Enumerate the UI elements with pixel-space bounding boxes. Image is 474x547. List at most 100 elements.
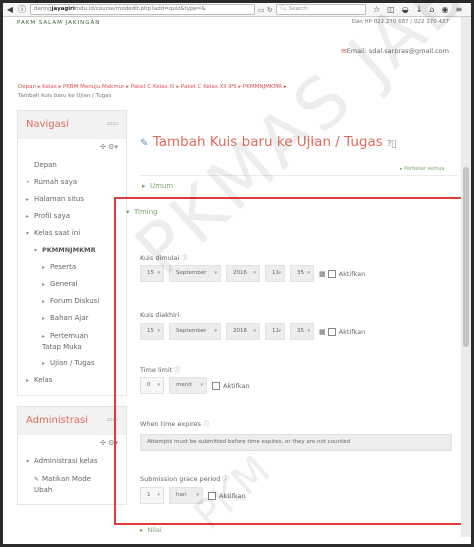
section-timing-header[interactable]: ▾ Timing [126, 208, 158, 216]
clipboard-icon[interactable]: ◫ [387, 5, 395, 14]
close-minute-select[interactable]: 35 [290, 323, 314, 340]
open-enable-checkbox[interactable] [327, 269, 336, 278]
open-minute-select[interactable]: 35 [290, 265, 314, 282]
block-actions-icon[interactable]: ✣ ⚙▾ [18, 435, 126, 451]
page-title: ✎ Tambah Kuis baru ke Ujian / Tugas ?⃝ [140, 134, 396, 150]
help-icon[interactable]: ⓘ [203, 421, 209, 428]
breadcrumb-item[interactable]: Paket C Kelas XI [131, 84, 175, 90]
chevron-right-icon: ▸ [42, 315, 46, 322]
pocket-icon[interactable]: ◒ [402, 5, 409, 14]
section-nilai-label: Nilai [147, 526, 162, 534]
nav-label: General [50, 280, 78, 288]
nav-item-kelas-saat-ini[interactable]: ▾ Kelas saat ini [18, 225, 126, 242]
block-actions-icon[interactable]: ✣ ⚙▾ [18, 139, 126, 155]
breadcrumb-item[interactable]: PKMMNJMKMR [243, 84, 282, 90]
help-icon[interactable]: ?⃝ [387, 139, 396, 148]
home-icon[interactable]: ⌂ [429, 5, 434, 14]
help-icon[interactable]: ⓘ [222, 476, 228, 483]
open-day-select[interactable]: 15 [140, 265, 164, 282]
nav-item-pertemuan[interactable]: ▸ Pertemuan Tatap Muka [18, 327, 108, 355]
close-month-select[interactable]: September [169, 323, 221, 340]
breadcrumb-item[interactable]: Depan [18, 84, 36, 90]
back-arrow-icon[interactable]: ◀ [5, 5, 15, 15]
expand-all-link[interactable]: ▸ Perbesar semua [400, 166, 444, 172]
search-input[interactable]: 🔍︎ Search [276, 4, 366, 15]
breadcrumb-item[interactable]: Kelas [42, 84, 56, 90]
section-umum-label: Umum [149, 182, 174, 190]
help-icon[interactable]: ⓘ [181, 255, 187, 262]
navigation-block: Navigasi ▭▭ ✣ ⚙▾ Depan • Rumah saya ▸ Hala… [17, 110, 127, 396]
quiz-icon: ✎ [140, 138, 149, 149]
grace-label-text: Submission grace period [140, 475, 221, 483]
open-year-select[interactable]: 2016 [226, 265, 260, 282]
menu-icon[interactable]: ≡ [455, 5, 462, 14]
download-icon[interactable]: ↓ [416, 5, 423, 14]
chevron-right-icon: ▸ [42, 333, 46, 340]
open-date-label: Kuis dimulai ⓘ [140, 253, 187, 262]
time-limit-label: Time limit ⓘ [140, 365, 180, 374]
close-enable-checkbox[interactable] [327, 327, 336, 336]
site-logo[interactable]: PAKM SALAM JAKINGAN [17, 20, 100, 26]
contact-email: ✉Email: sdal.sarpras@gmail.com [341, 47, 449, 55]
close-day-select[interactable]: 15 [140, 323, 164, 340]
extension-icon[interactable]: ◉ [442, 5, 449, 14]
admin-item-turn-editing-off[interactable]: ✎ Matikan Mode Ubah [18, 470, 108, 498]
chevron-right-icon: ▸ [26, 377, 30, 384]
chevron-right-icon: ▸ [26, 196, 30, 203]
site-header: PAKM SALAM JAKINGAN Dan HP 022 270 687 /… [3, 17, 461, 67]
nav-item-peserta[interactable]: ▸ Peserta [18, 259, 126, 276]
close-hour-select[interactable]: 11 [265, 323, 285, 340]
nav-item-ujian-tugas[interactable]: ▸ Ujian / Tugas [18, 355, 126, 372]
time-limit-input[interactable]: 0 [140, 377, 164, 394]
email-text: Email: sdal.sarpras@gmail.com [346, 47, 449, 55]
timing-section: ▾ Timing Kuis dimulai ⓘ 15 September 201… [114, 197, 466, 525]
grace-period-input[interactable]: 1 [140, 487, 164, 504]
nav-item-forum-diskusi[interactable]: ▸ Forum Diskusi [18, 293, 126, 310]
bullet-icon: • [26, 179, 30, 186]
grace-period-unit-select[interactable]: hari [169, 487, 203, 504]
calendar-icon[interactable]: ▦ [319, 328, 326, 336]
section-nilai-header[interactable]: ▸ Nilai [140, 526, 162, 534]
nav-item-rumah-saya[interactable]: • Rumah saya [18, 174, 126, 191]
breadcrumb-item[interactable]: PKBM Menuju Makmur [63, 84, 124, 90]
time-limit-row: 0 menit Aktifkan [140, 377, 250, 394]
breadcrumb: Depan ▸ Kelas ▸ PKBM Menuju Makmur ▸ Pak… [18, 84, 287, 99]
when-expires-label: When time expires ⓘ [140, 419, 209, 428]
calendar-icon[interactable]: ▦ [319, 270, 326, 278]
open-label-text: Kuis dimulai [140, 254, 180, 262]
section-timing-label: Timing [133, 208, 158, 216]
time-limit-enable-label: Aktifkan [223, 381, 250, 390]
time-limit-enable-checkbox[interactable] [212, 381, 220, 390]
nav-item-halaman-situs[interactable]: ▸ Halaman situs [18, 191, 126, 208]
nav-item-course[interactable]: ▾ PKMMNJMKMR [18, 242, 126, 259]
address-bar[interactable]: daringjayagirimdu.id/course/modedit.php?… [30, 4, 255, 15]
section-umum-header[interactable]: ▸ Umum [140, 175, 458, 197]
nav-item-general[interactable]: ▸ General [18, 276, 126, 293]
star-icon[interactable]: ☆ [373, 5, 380, 14]
open-date-row: 15 September 2016 11 35 ▦ Aktifkan [140, 265, 365, 282]
help-icon[interactable]: ⓘ [174, 367, 180, 374]
info-icon[interactable]: ⓘ [17, 5, 27, 15]
open-month-select[interactable]: September [169, 265, 221, 282]
nav-item-profil-saya[interactable]: ▸ Profil saya [18, 208, 126, 225]
close-year-select[interactable]: 2016 [226, 323, 260, 340]
breadcrumb-item[interactable]: Paket C Kelas XII IPS [181, 84, 237, 90]
time-limit-unit-select[interactable]: menit [169, 377, 207, 394]
chevron-right-icon: ▸ [42, 281, 46, 288]
url-suffix: mdu.id/course/modedit.php?add=quiz&type=… [74, 6, 206, 12]
when-expires-select[interactable]: Attempts must be submitted before time e… [140, 434, 452, 451]
nav-label: Kelas [34, 376, 53, 384]
nav-item-kelas[interactable]: ▸ Kelas [18, 372, 126, 389]
scrollbar[interactable] [461, 17, 471, 537]
open-hour-select[interactable]: 11 [265, 265, 285, 282]
nav-item-depan[interactable]: Depan [18, 157, 126, 174]
nav-item-bahan-ajar[interactable]: ▸ Bahan Ajar [18, 310, 126, 327]
reload-icon[interactable]: ▭ ↻ [258, 6, 274, 14]
nav-label: Depan [34, 161, 57, 169]
admin-item-course-admin[interactable]: ▾ Administrasi kelas [18, 453, 126, 470]
chevron-right-icon: ▸ [42, 360, 46, 367]
grace-enable-checkbox[interactable] [208, 491, 216, 500]
chevron-right-icon: ▸ [26, 213, 30, 220]
scrollbar-thumb[interactable] [463, 167, 469, 347]
dock-icon[interactable]: ▭▭ [107, 120, 118, 127]
